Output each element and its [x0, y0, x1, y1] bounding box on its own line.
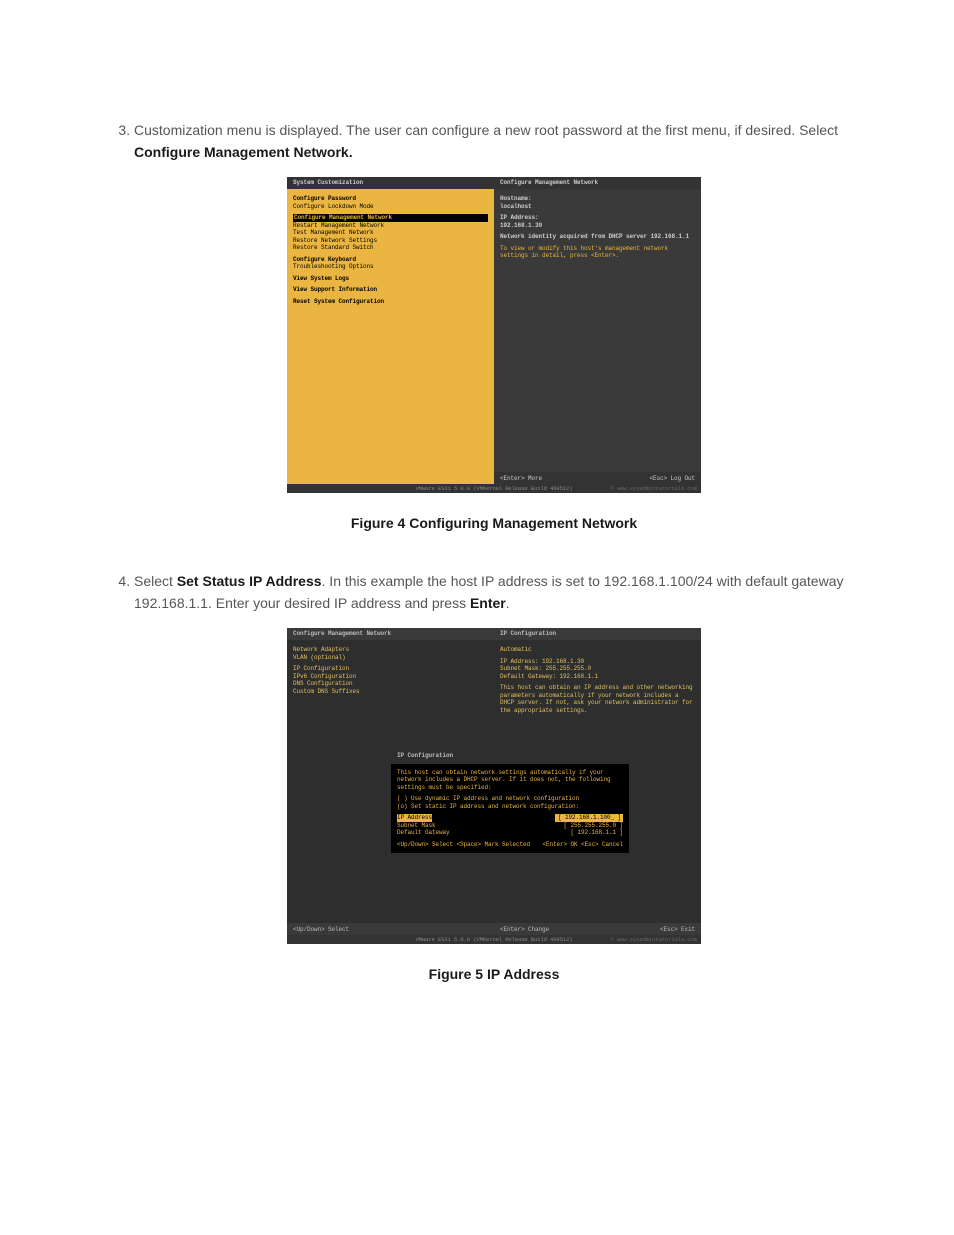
ip-address-input: [ 192.168.1.100_ ]	[555, 814, 623, 822]
configure-mgmt-network-title: Configure Management Network	[287, 628, 494, 640]
dialog-intro: This host can obtain network settings au…	[397, 769, 623, 792]
figure5-screenshot: Configure Management Network Network Ada…	[287, 628, 701, 944]
step-4: Select Set Status IP Address. In this ex…	[134, 571, 854, 986]
figure4-screenshot: System Customization Configure Password …	[287, 177, 701, 493]
menu-vlan-optional[interactable]: VLAN (optional)	[293, 654, 488, 662]
ip-address-line: IP Address: 192.168.1.30	[500, 658, 695, 666]
step4-bold-b: Enter	[470, 595, 506, 611]
dialog-foot-left: <Up/Down> Select <Space> Mark Selected	[397, 841, 530, 849]
ip-label: IP Address:	[500, 214, 695, 222]
menu-ipv6-configuration[interactable]: IPv6 Configuration	[293, 673, 488, 681]
step3-text: Customization menu is displayed. The use…	[134, 122, 838, 138]
configure-mgmt-network-title: Configure Management Network	[494, 177, 701, 189]
menu-reset-system-config[interactable]: Reset System Configuration	[293, 298, 488, 306]
dialog-title: IP Configuration	[391, 748, 629, 763]
mode-automatic: Automatic	[500, 646, 695, 654]
ip-configuration-title: IP Configuration	[494, 628, 701, 640]
row-ip-address-label[interactable]: IP Address	[397, 814, 432, 822]
menu-ip-configuration[interactable]: IP Configuration	[293, 665, 488, 673]
row-default-gateway-label[interactable]: Default Gateway	[397, 829, 450, 837]
brand-link: © www.sysadmintutorials.com	[611, 485, 697, 494]
default-gateway-line: Default Gateway: 192.168.1.1	[500, 673, 695, 681]
menu-test-mgmt-network[interactable]: Test Management Network	[293, 229, 488, 237]
footer-esc-logout: <Esc> Log Out	[649, 474, 695, 483]
menu-troubleshooting[interactable]: Troubleshooting Options	[293, 263, 488, 271]
help-text: To view or modify this host's management…	[500, 245, 695, 260]
brand-link: © www.sysadmintutorials.com	[611, 936, 697, 945]
menu-dns-configuration[interactable]: DNS Configuration	[293, 680, 488, 688]
menu-configure-lockdown[interactable]: Configure Lockdown Mode	[293, 203, 488, 211]
menu-configure-password[interactable]: Configure Password	[293, 195, 488, 203]
menu-view-system-logs[interactable]: View System Logs	[293, 275, 488, 283]
sys-customization-title: System Customization	[287, 177, 494, 189]
radio-set-static[interactable]: (o) Set static IP address and network co…	[397, 803, 623, 811]
step4-text-a: Select	[134, 573, 177, 589]
menu-view-support-info[interactable]: View Support Information	[293, 286, 488, 294]
ip-value: 192.168.1.30	[500, 222, 695, 230]
subnet-mask-line: Subnet Mask: 255.255.255.0	[500, 665, 695, 673]
dialog-foot-right: <Enter> OK <Esc> Cancel	[542, 841, 623, 849]
hostname-value: localhost	[500, 203, 695, 211]
dhcp-help-text: This host can obtain an IP address and o…	[500, 684, 695, 714]
row-subnet-mask-label[interactable]: Subnet Mask	[397, 822, 436, 830]
network-identity: Network identity acquired from DHCP serv…	[500, 233, 695, 241]
step4-text-c: .	[506, 595, 510, 611]
menu-restore-standard-switch[interactable]: Restore Standard Switch	[293, 244, 488, 252]
default-gateway-input: [ 192.168.1.1 ]	[570, 829, 623, 837]
menu-restart-mgmt-network[interactable]: Restart Management Network	[293, 222, 488, 230]
step3-bold: Configure Management Network.	[134, 144, 353, 160]
ip-configuration-dialog: IP Configuration This host can obtain ne…	[391, 748, 629, 853]
hostname-label: Hostname:	[500, 195, 695, 203]
menu-network-adapters[interactable]: Network Adapters	[293, 646, 488, 654]
step4-bold-a: Set Status IP Address	[177, 573, 322, 589]
menu-configure-keyboard[interactable]: Configure Keyboard	[293, 256, 488, 264]
footer-updown-select: <Up/Down> Select	[293, 925, 349, 934]
radio-use-dynamic[interactable]: ( ) Use dynamic IP address and network c…	[397, 795, 623, 803]
vmware-build-info: VMware ESXi 5.0.0 (VMKernel Release Buil…	[416, 485, 573, 494]
step-3: Customization menu is displayed. The use…	[134, 120, 854, 535]
menu-restore-network-settings[interactable]: Restore Network Settings	[293, 237, 488, 245]
footer-esc-exit: <Esc> Exit	[660, 925, 695, 934]
figure5-caption: Figure 5 IP Address	[134, 964, 854, 986]
figure4-caption: Figure 4 Configuring Management Network	[134, 513, 854, 535]
footer-enter-change: <Enter> Change	[500, 925, 549, 934]
vmware-build-info: VMware ESXi 5.0.0 (VMKernel Release Buil…	[416, 936, 573, 945]
menu-configure-mgmt-network[interactable]: Configure Management Network	[293, 214, 488, 222]
footer-enter-more: <Enter> More	[500, 474, 542, 483]
menu-custom-dns-suffixes[interactable]: Custom DNS Suffixes	[293, 688, 488, 696]
subnet-mask-input: [ 255.255.255.0 ]	[563, 822, 623, 830]
